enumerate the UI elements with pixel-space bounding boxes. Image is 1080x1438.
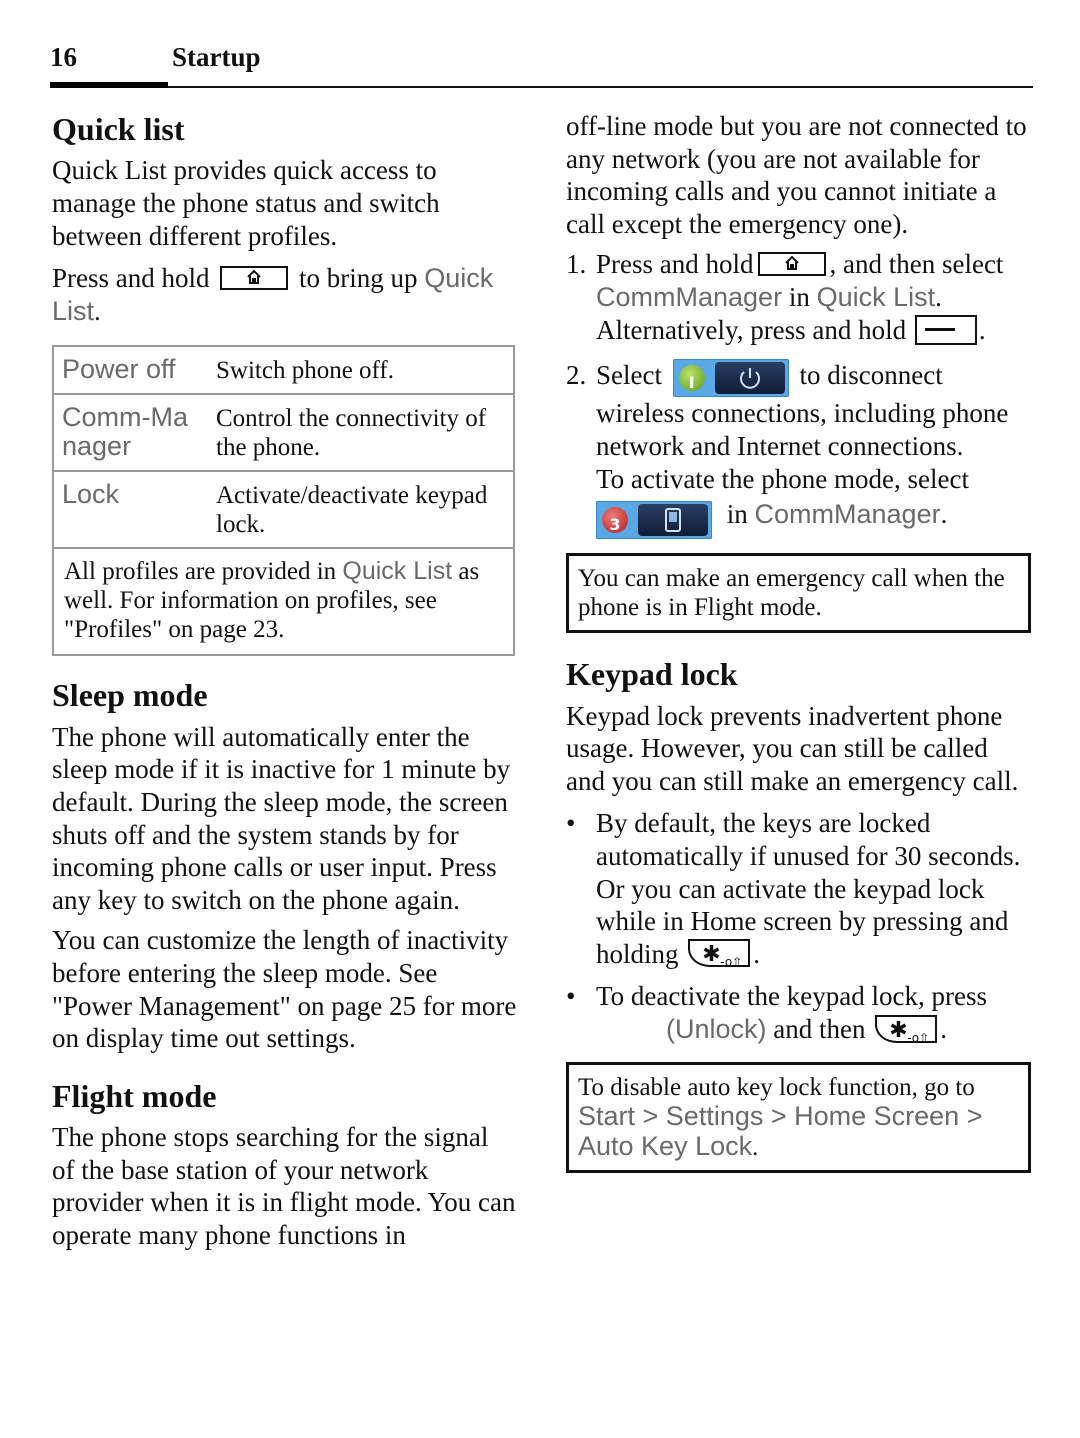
instruction-text: to bring up xyxy=(299,263,418,294)
star-lock-key-icon: ✱ -o⇧ xyxy=(875,1014,938,1045)
period: . xyxy=(940,1014,947,1045)
period: . xyxy=(753,938,761,969)
table-row: Comm-Manager Control the connectivity of… xyxy=(53,394,514,473)
table-row: Lock Activate/deactivate keypad lock. xyxy=(53,471,514,550)
sleep-mode-para-2: You can customize the length of inactivi… xyxy=(52,925,517,1054)
note-text: All profiles are provided in xyxy=(64,558,337,586)
section-title-quick-list: Quick list xyxy=(52,111,185,147)
right-column: off-line mode but you are not connected … xyxy=(566,110,1031,1173)
step-text: To activate the phone mode, select xyxy=(596,463,969,494)
bullet-text: and then xyxy=(773,1014,866,1045)
page-header: 16 Startup xyxy=(50,40,1033,90)
flight-mode-note: You can make an emergency call when the … xyxy=(566,553,1031,634)
chapter-title: Startup xyxy=(172,42,261,72)
soft-key-icon xyxy=(914,315,977,346)
bullet-text: To deactivate the keypad lock, press xyxy=(596,981,987,1012)
period: . xyxy=(978,314,986,345)
keypad-lock-note: To disable auto key lock function, go to… xyxy=(566,1061,1031,1173)
flight-mode-steps: 1. Press and hold , and then select CommM… xyxy=(566,248,1031,540)
page-number: 16 xyxy=(50,42,77,72)
bullet-item: • To deactivate the keypad lock, press (… xyxy=(566,980,1031,1045)
instruction-text: Press and hold xyxy=(52,263,210,294)
table-desc: Control the connectivity of the phone. xyxy=(208,394,514,473)
section-title-flight-mode: Flight mode xyxy=(52,1077,217,1114)
step-text: in xyxy=(788,281,810,312)
bullet-text: By default, the keys are locked automati… xyxy=(596,808,1021,871)
table-term: Lock xyxy=(53,471,208,550)
section-title-sleep-mode: Sleep mode xyxy=(52,677,208,714)
period: . xyxy=(752,1133,759,1161)
step-number: 2. xyxy=(566,360,587,391)
flight-mode-para-1-cont: off-line mode but you are not connected … xyxy=(566,111,1027,239)
phone-mode-toggle-icon: 3 xyxy=(596,501,712,540)
table-desc: Switch phone off. xyxy=(208,346,514,396)
header-rule xyxy=(50,86,1033,88)
table-note-row: All profiles are provided in Quick List … xyxy=(53,548,514,655)
star-lock-key-icon: ✱ -o⇧ xyxy=(688,939,751,969)
quick-list-table: Power off Switch phone off. Comm-Manager… xyxy=(52,345,515,657)
flight-mode-para-1: The phone stops searching for the signal… xyxy=(52,1122,516,1250)
quick-list-intro: Quick List provides quick access to mana… xyxy=(52,155,440,251)
quick-list-ui-label: Quick List xyxy=(342,557,453,586)
step-text: Select xyxy=(596,360,662,391)
step-text: Alternatively, press and hold xyxy=(596,314,907,345)
step-text: Press and hold xyxy=(596,249,754,280)
quick-list-instruction: Press and hold to bring up Quick List. xyxy=(52,262,517,327)
home-key-icon xyxy=(757,252,826,277)
sleep-mode-para-1: The phone will automatically enter the s… xyxy=(52,721,511,915)
section-title-keypad-lock: Keypad lock xyxy=(566,656,738,693)
table-term: Comm-Manager xyxy=(53,394,208,473)
header-rule-accent xyxy=(50,82,168,88)
step-text: , and then select xyxy=(829,249,1004,280)
home-key-icon xyxy=(220,265,289,290)
table-desc: Activate/deactivate keypad lock. xyxy=(208,471,514,550)
quick-list-ui-label: Quick List xyxy=(816,281,936,312)
bullet-dot: • xyxy=(566,981,576,1012)
period: . xyxy=(94,295,101,326)
table-term: Power off xyxy=(53,346,208,396)
commmanager-ui-label: CommManager xyxy=(596,281,783,312)
step-item: 1. Press and hold , and then select CommM… xyxy=(566,248,1031,347)
commmanager-ui-label: CommManager xyxy=(754,499,941,530)
note-text: To disable auto key lock function, go to xyxy=(578,1073,975,1101)
step-item: 2. Select I to disconnect wireless conne… xyxy=(566,359,1031,540)
table-note: All profiles are provided in Quick List … xyxy=(53,548,514,655)
period: . xyxy=(940,499,948,530)
unlock-ui-label: (Unlock) xyxy=(666,1014,767,1045)
period: . xyxy=(935,281,942,312)
step-text: in xyxy=(726,499,748,530)
bullet-dot: • xyxy=(566,808,576,839)
table-row: Power off Switch phone off. xyxy=(53,346,514,396)
step-number: 1. xyxy=(566,249,587,280)
keypad-lock-intro: Keypad lock prevents inadvertent phone u… xyxy=(566,700,1019,796)
bullet-text: Or you can activate the keypad lock whil… xyxy=(596,873,1009,969)
bullet-item: • By default, the keys are locked automa… xyxy=(566,807,1031,970)
left-column: Quick list Quick List provides quick acc… xyxy=(52,110,517,1251)
power-off-toggle-icon: I xyxy=(672,359,789,398)
settings-path-ui-label: Start > Settings > Home Screen > Auto Ke… xyxy=(578,1100,983,1161)
keypad-lock-bullets: • By default, the keys are locked automa… xyxy=(566,807,1031,1046)
